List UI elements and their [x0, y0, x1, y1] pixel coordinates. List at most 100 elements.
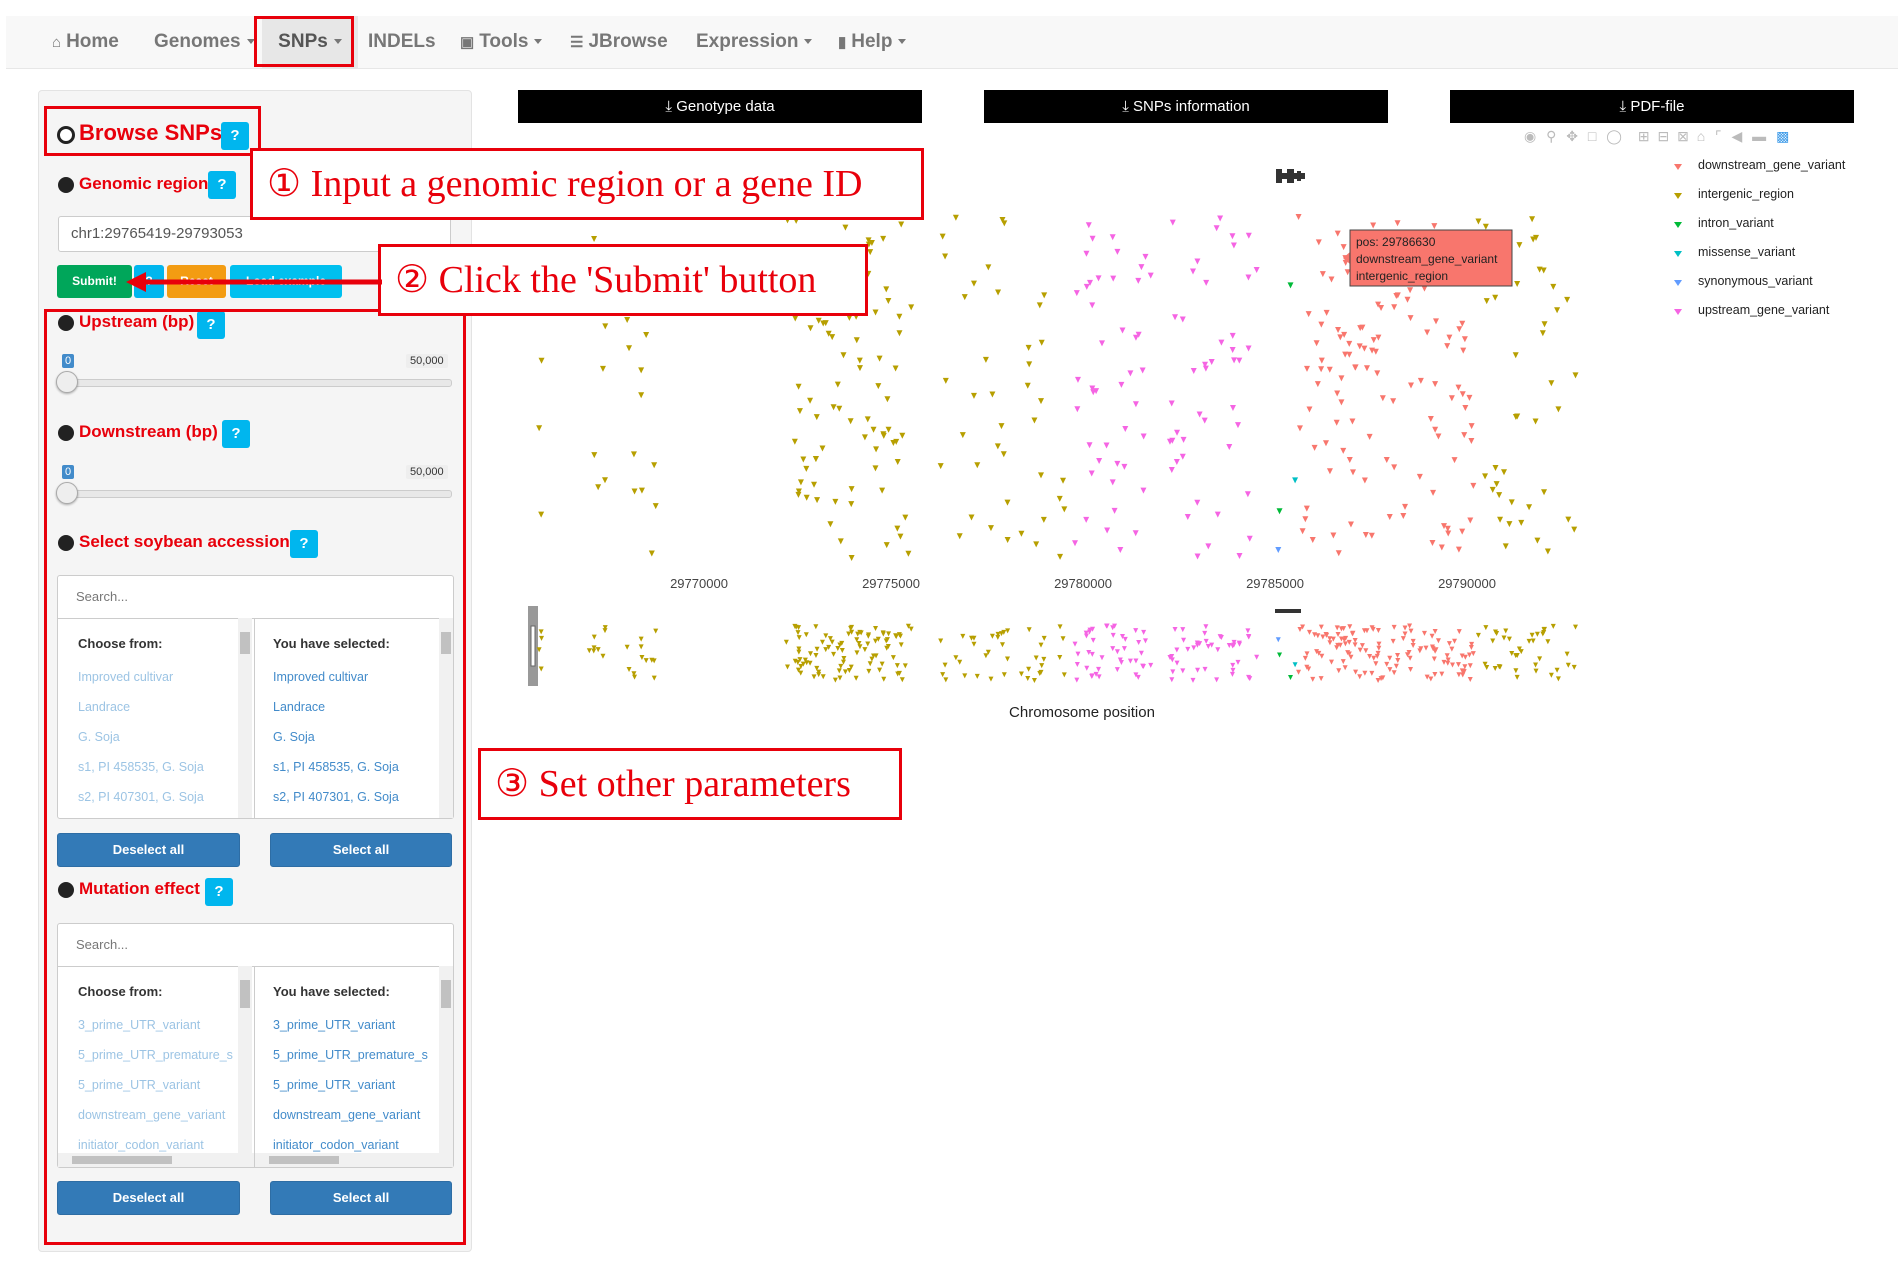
- snp-point-intergenic-region[interactable]: [631, 488, 638, 495]
- snp-point-downstream-gene-variant[interactable]: [1311, 444, 1318, 451]
- range-point-upstream-gene-variant[interactable]: [1138, 650, 1144, 656]
- snp-point-downstream-gene-variant[interactable]: [1362, 531, 1369, 538]
- snp-point-intergenic-region[interactable]: [626, 345, 633, 352]
- snp-point-intergenic-region[interactable]: [905, 550, 912, 557]
- range-point-downstream-gene-variant[interactable]: [1470, 651, 1476, 657]
- range-point-upstream-gene-variant[interactable]: [1169, 677, 1175, 683]
- snp-point-upstream-gene-variant[interactable]: [1083, 283, 1090, 290]
- range-point-intergenic-region[interactable]: [651, 675, 657, 681]
- snp-point-downstream-gene-variant[interactable]: [1407, 315, 1414, 322]
- snp-point-upstream-gene-variant[interactable]: [1205, 543, 1212, 550]
- range-point-downstream-gene-variant[interactable]: [1369, 670, 1375, 676]
- range-point-upstream-gene-variant[interactable]: [1181, 637, 1187, 643]
- snp-point-upstream-gene-variant[interactable]: [1190, 268, 1197, 275]
- snp-point-intergenic-region[interactable]: [937, 463, 944, 470]
- snp-point-upstream-gene-variant[interactable]: [1121, 463, 1128, 470]
- snp-point-intergenic-region[interactable]: [853, 337, 860, 344]
- snp-point-intergenic-region[interactable]: [885, 426, 892, 433]
- snp-point-intergenic-region[interactable]: [1038, 398, 1045, 405]
- snp-point-downstream-gene-variant[interactable]: [1305, 311, 1312, 318]
- snp-point-upstream-gene-variant[interactable]: [1089, 302, 1096, 309]
- range-point-intergenic-region[interactable]: [1529, 632, 1535, 638]
- range-point-intergenic-region[interactable]: [591, 634, 597, 640]
- range-point-intergenic-region[interactable]: [639, 655, 645, 661]
- snp-point-downstream-gene-variant[interactable]: [1435, 433, 1442, 440]
- snp-point-intergenic-region[interactable]: [1493, 481, 1500, 488]
- snp-point-downstream-gene-variant[interactable]: [1337, 334, 1344, 341]
- range-point-intergenic-region[interactable]: [1483, 625, 1489, 631]
- snp-point-downstream-gene-variant[interactable]: [1363, 365, 1370, 372]
- range-point-upstream-gene-variant[interactable]: [1230, 662, 1236, 668]
- range-point-upstream-gene-variant[interactable]: [1191, 645, 1197, 651]
- range-point-downstream-gene-variant[interactable]: [1455, 662, 1461, 668]
- legend-item-missense-variant[interactable]: missense_variant: [1698, 245, 1795, 259]
- snp-point-intergenic-region[interactable]: [1024, 382, 1031, 389]
- range-point-intergenic-region[interactable]: [873, 626, 879, 632]
- range-point-intergenic-region[interactable]: [832, 677, 838, 683]
- range-point-downstream-gene-variant[interactable]: [1460, 672, 1466, 678]
- snp-point-intergenic-region[interactable]: [652, 503, 659, 510]
- range-point-intergenic-region[interactable]: [1503, 628, 1509, 634]
- snp-point-intergenic-region[interactable]: [648, 550, 655, 557]
- range-point-downstream-gene-variant[interactable]: [1342, 665, 1348, 671]
- snp-point-intergenic-region[interactable]: [1492, 294, 1499, 301]
- snp-point-synonymous-variant[interactable]: [1275, 547, 1282, 554]
- legend-item-intron-variant[interactable]: intron_variant: [1698, 216, 1774, 230]
- snp-point-intergenic-region[interactable]: [1475, 218, 1482, 225]
- range-point-downstream-gene-variant[interactable]: [1387, 655, 1393, 661]
- snp-point-intergenic-region[interactable]: [832, 498, 839, 505]
- range-point-intergenic-region[interactable]: [835, 646, 841, 652]
- snp-point-upstream-gene-variant[interactable]: [1132, 401, 1139, 408]
- range-point-intergenic-region[interactable]: [962, 673, 968, 679]
- range-point-intergenic-region[interactable]: [853, 675, 859, 681]
- snp-point-upstream-gene-variant[interactable]: [1095, 275, 1102, 282]
- legend-marker-icon[interactable]: [1674, 193, 1682, 199]
- range-point-downstream-gene-variant[interactable]: [1393, 663, 1399, 669]
- range-point-upstream-gene-variant[interactable]: [1110, 646, 1116, 652]
- range-point-intergenic-region[interactable]: [899, 677, 905, 683]
- range-point-downstream-gene-variant[interactable]: [1327, 640, 1333, 646]
- snp-point-downstream-gene-variant[interactable]: [1330, 532, 1337, 539]
- range-point-intergenic-region[interactable]: [846, 631, 852, 637]
- snp-point-upstream-gene-variant[interactable]: [1208, 359, 1215, 366]
- snp-point-intergenic-region[interactable]: [873, 446, 880, 453]
- snp-point-downstream-gene-variant[interactable]: [1386, 513, 1393, 520]
- snp-point-intergenic-region[interactable]: [595, 484, 602, 491]
- hover-compare-icon[interactable]: ▬: [1752, 128, 1766, 144]
- range-point-upstream-gene-variant[interactable]: [1205, 644, 1211, 650]
- snp-point-downstream-gene-variant[interactable]: [1445, 530, 1452, 537]
- snp-point-upstream-gene-variant[interactable]: [1103, 442, 1110, 449]
- snp-point-downstream-gene-variant[interactable]: [1318, 357, 1325, 364]
- snp-point-upstream-gene-variant[interactable]: [1244, 491, 1251, 498]
- snp-point-intergenic-region[interactable]: [861, 434, 868, 441]
- snp-point-downstream-gene-variant[interactable]: [1370, 337, 1377, 344]
- download-genotype-button[interactable]: ⤓ Genotype data: [518, 90, 922, 123]
- snp-point-upstream-gene-variant[interactable]: [1138, 264, 1145, 271]
- snp-point-intergenic-region[interactable]: [939, 233, 946, 240]
- range-point-intergenic-region[interactable]: [1025, 675, 1031, 681]
- snp-point-downstream-gene-variant[interactable]: [1378, 305, 1385, 312]
- range-point-intron-variant[interactable]: [1288, 675, 1294, 681]
- range-slider[interactable]: [528, 606, 1600, 686]
- snp-point-upstream-gene-variant[interactable]: [1217, 215, 1224, 222]
- snp-point-intergenic-region[interactable]: [842, 224, 849, 231]
- range-point-intergenic-region[interactable]: [538, 629, 544, 635]
- range-point-downstream-gene-variant[interactable]: [1423, 645, 1429, 651]
- snp-point-upstream-gene-variant[interactable]: [1236, 357, 1243, 364]
- snp-point-intergenic-region[interactable]: [987, 525, 994, 532]
- snp-point-intergenic-region[interactable]: [827, 521, 834, 528]
- range-point-upstream-gene-variant[interactable]: [1110, 632, 1116, 638]
- snp-point-intergenic-region[interactable]: [848, 501, 855, 508]
- snp-point-upstream-gene-variant[interactable]: [1118, 381, 1125, 388]
- range-point-intergenic-region[interactable]: [1490, 638, 1496, 644]
- range-point-intergenic-region[interactable]: [783, 639, 789, 645]
- range-point-intergenic-region[interactable]: [879, 661, 885, 667]
- snp-point-intergenic-region[interactable]: [811, 481, 818, 488]
- range-point-intergenic-region[interactable]: [953, 655, 959, 661]
- snp-point-upstream-gene-variant[interactable]: [1135, 277, 1142, 284]
- range-point-intergenic-region[interactable]: [908, 626, 914, 632]
- range-point-upstream-gene-variant[interactable]: [1170, 669, 1176, 675]
- snp-point-intergenic-region[interactable]: [902, 514, 909, 521]
- snp-point-upstream-gene-variant[interactable]: [1229, 332, 1236, 339]
- snp-point-intergenic-region[interactable]: [894, 459, 901, 466]
